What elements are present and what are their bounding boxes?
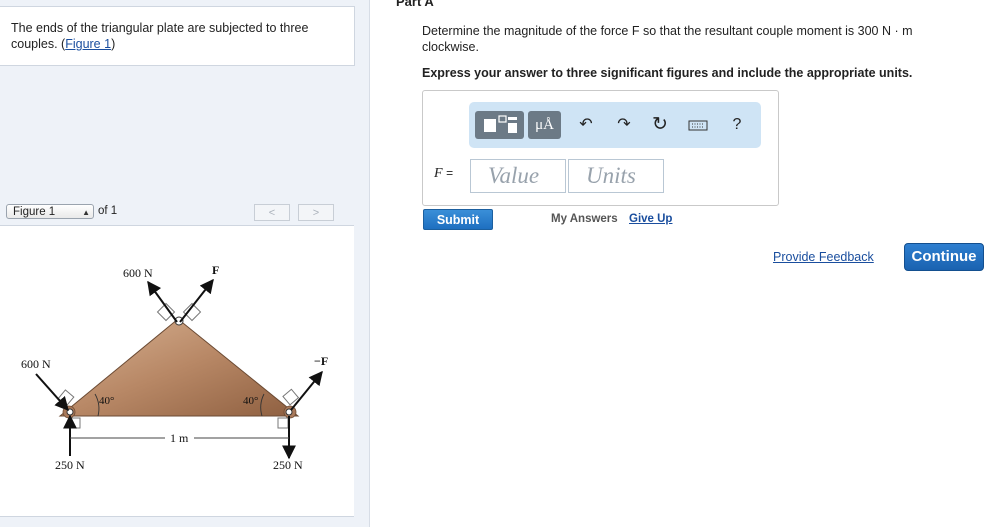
- plate: [58, 318, 300, 417]
- part-title: Part A: [396, 0, 434, 9]
- mu-angstrom-label: μÅ: [535, 117, 554, 133]
- label-top-left-force: 600 N: [123, 266, 153, 280]
- undo-icon[interactable]: ↶: [575, 113, 597, 137]
- units-symbols-button[interactable]: μÅ: [528, 111, 561, 139]
- answer-variable: F: [434, 166, 443, 181]
- force-minus-f-arrow: [290, 370, 323, 411]
- templates-icon: [484, 115, 517, 133]
- figure-panel: 600 N F 600 N −F 40° 40° 1 m 250 N 250 N: [0, 226, 354, 517]
- redo-icon[interactable]: ↷: [613, 113, 635, 137]
- units-placeholder: Units: [586, 163, 636, 188]
- help-icon: ?: [732, 116, 742, 133]
- label-left-force: 600 N: [21, 357, 51, 371]
- next-figure-button[interactable]: >: [298, 204, 334, 221]
- label-angle-right: 40°: [243, 395, 258, 407]
- chevron-left-icon: <: [268, 207, 276, 219]
- left-panel: The ends of the triangular plate are sub…: [0, 0, 370, 527]
- problem-close: ): [111, 37, 116, 51]
- figure-count: of 1: [98, 205, 118, 217]
- figure-select-value: Figure 1: [13, 206, 56, 218]
- templates-button[interactable]: [475, 111, 524, 139]
- label-top-right-force: F: [212, 263, 219, 277]
- answer-box: μÅ ↶ ↷ ↻ ? F = Value Units: [422, 90, 779, 206]
- help-button[interactable]: ?: [726, 113, 748, 137]
- label-angle-left: 40°: [99, 395, 114, 407]
- value-input[interactable]: Value: [470, 159, 566, 193]
- figure-select[interactable]: Figure 1 ▲: [6, 204, 94, 219]
- answer-label: F =: [434, 166, 453, 182]
- prev-figure-button[interactable]: <: [254, 204, 290, 221]
- triangle-plate-figure: 600 N F 600 N −F 40° 40° 1 m 250 N 250 N: [21, 263, 328, 472]
- keyboard-glyph: [688, 120, 708, 131]
- value-placeholder: Value: [488, 163, 540, 188]
- give-up-link[interactable]: Give Up: [629, 213, 672, 225]
- keyboard-icon[interactable]: [687, 113, 709, 137]
- label-bottom-left: 250 N: [55, 458, 85, 472]
- units-input[interactable]: Units: [568, 159, 664, 193]
- force-600-top-arrow: [147, 280, 178, 323]
- question-text: Determine the magnitude of the force F s…: [422, 24, 913, 54]
- instruction-text: Express your answer to three significant…: [422, 66, 913, 80]
- my-answers-link[interactable]: My Answers: [551, 213, 618, 225]
- figure-nav-bar: Figure 1 ▲ of 1 < >: [0, 201, 354, 226]
- answer-equals: =: [446, 166, 454, 180]
- label-right-force: −F: [314, 354, 328, 368]
- figure-link[interactable]: Figure 1: [65, 37, 111, 51]
- right-angle-mark: [69, 417, 81, 429]
- equation-toolbar: μÅ ↶ ↷ ↻ ?: [469, 102, 761, 148]
- reset-icon[interactable]: ↻: [649, 113, 671, 137]
- label-span: 1 m: [170, 431, 189, 445]
- question-panel: Part A Determine the magnitude of the fo…: [370, 0, 999, 527]
- problem-text: The ends of the triangular plate are sub…: [11, 21, 309, 51]
- chevron-right-icon: >: [312, 207, 320, 219]
- label-bottom-right: 250 N: [273, 458, 303, 472]
- submit-button[interactable]: Submit: [423, 209, 493, 230]
- continue-button[interactable]: Continue: [904, 243, 984, 271]
- right-angle-mark: [277, 417, 289, 429]
- problem-text-block: The ends of the triangular plate are sub…: [11, 20, 341, 52]
- provide-feedback-link[interactable]: Provide Feedback: [773, 250, 874, 264]
- problem-statement: The ends of the triangular plate are sub…: [0, 6, 355, 66]
- updown-icon: ▲: [82, 208, 90, 217]
